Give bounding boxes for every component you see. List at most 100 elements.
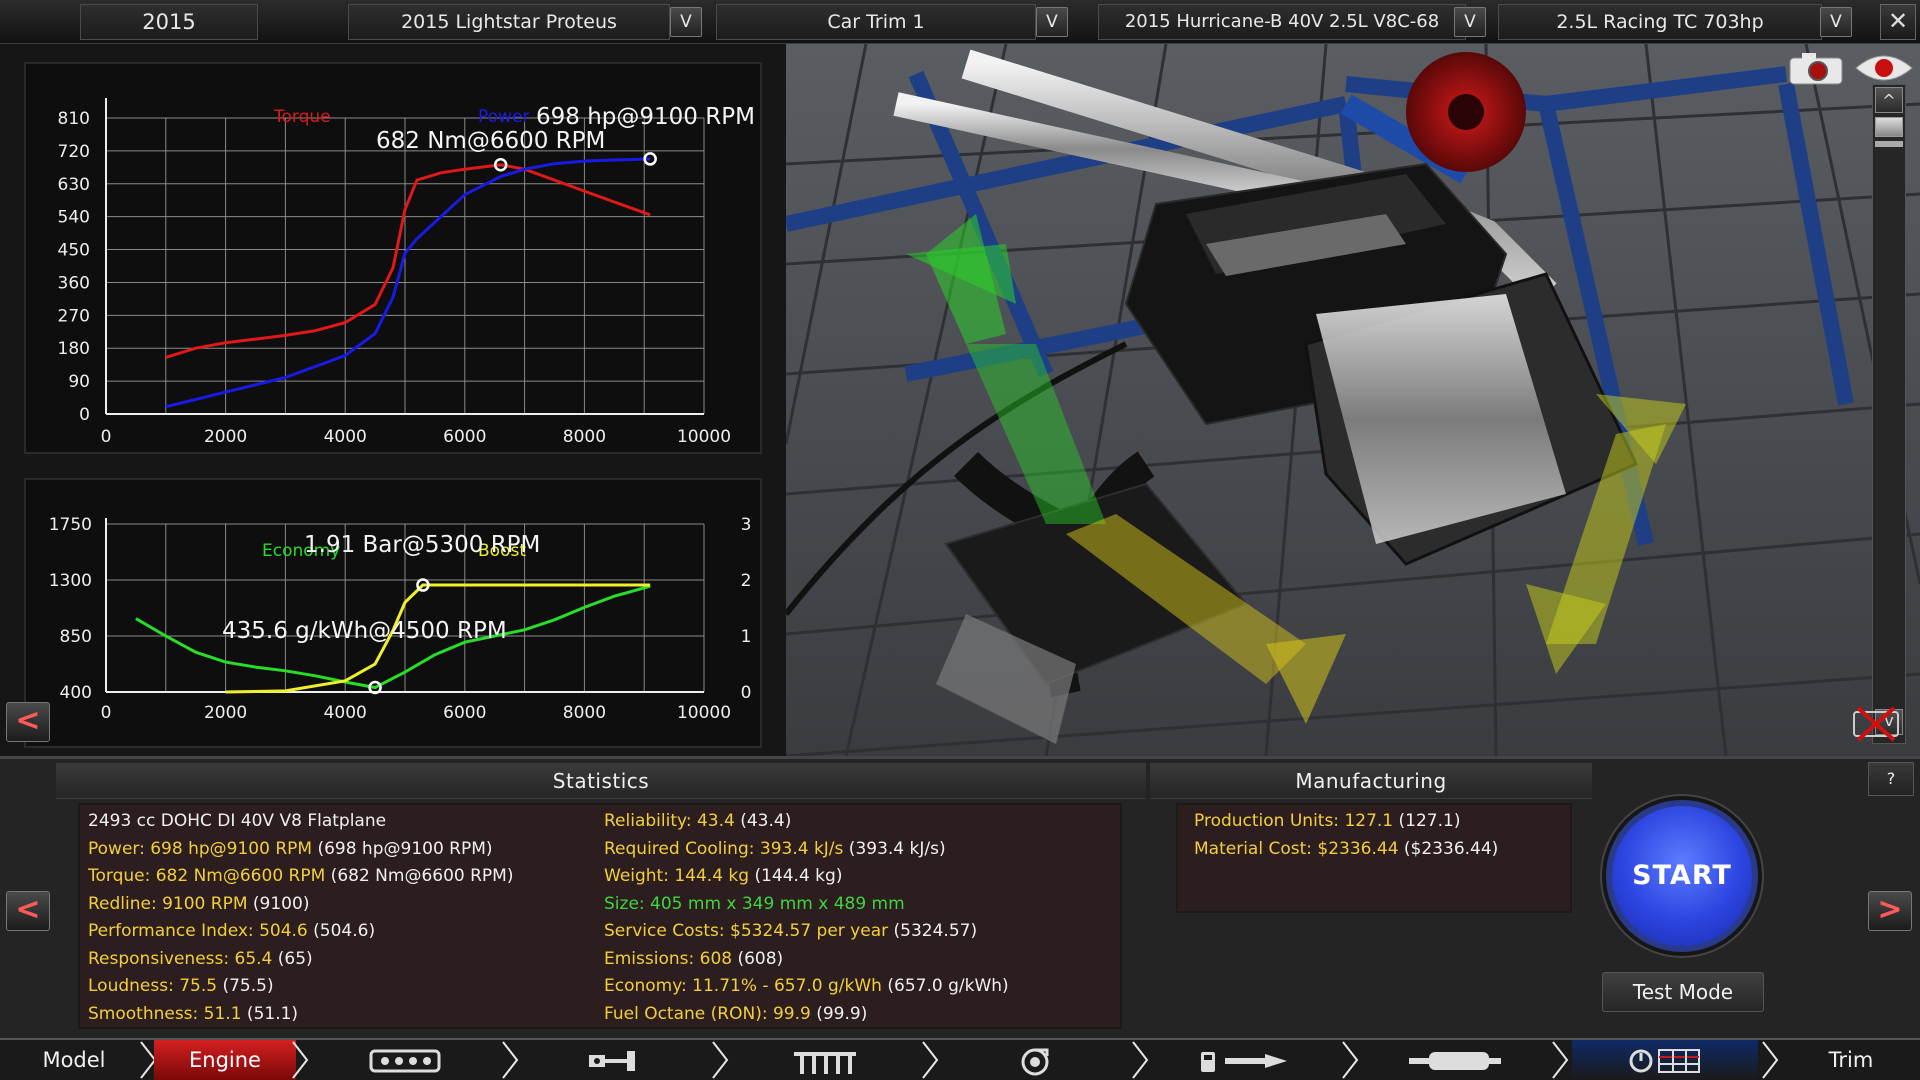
stat-line: Economy: 11.71% - 657.0 g/kWh (657.0 g/k… xyxy=(604,976,1009,996)
engine-render xyxy=(786,44,1920,756)
stat-value: Service Costs: $5324.57 per year xyxy=(604,921,889,941)
stat-base-value: (144.4 kg) xyxy=(749,866,843,886)
nav-crank[interactable] xyxy=(522,1040,708,1080)
stat-base-value: (682 Nm@6600 RPM) xyxy=(325,866,514,886)
stat-line: Smoothness: 51.1 (51.1) xyxy=(88,1004,298,1024)
exhaust-icon xyxy=(1409,1052,1501,1070)
stat-value: Fuel Octane (RON): 99.9 xyxy=(604,1003,811,1024)
stat-line: 2493 cc DOHC DI 40V V8 Flatplane xyxy=(88,811,386,831)
stat-line: Fuel Octane (RON): 99.9 (99.9) xyxy=(604,1004,867,1024)
y2-tick-label: 0 xyxy=(741,683,752,703)
boost-economy-chart: 400 850 1300 1750 0 1 2 3 0 2000 4000 6000 8000 10000… xyxy=(49,515,752,723)
nav-turbo[interactable] xyxy=(942,1040,1128,1080)
statistics-header: Statistics xyxy=(56,763,1146,799)
stat-value: Production Units: 127.1 xyxy=(1194,811,1394,831)
stat-base-value: (5324.57) xyxy=(888,921,978,941)
x-tick-label: 6000 xyxy=(443,427,486,447)
y-tick-label: 540 xyxy=(58,208,90,228)
nav-chevron-icon xyxy=(1342,1041,1359,1079)
nav-chevron-icon xyxy=(712,1041,729,1079)
engine-3d-viewport[interactable]: ^ v xyxy=(786,44,1920,756)
peak-boost-label: 1.91 Bar@5300 RPM xyxy=(304,532,540,558)
nav-tuning[interactable] xyxy=(1572,1040,1758,1080)
y-tick-label: 180 xyxy=(58,339,90,359)
variant-selector[interactable]: 2.5L Racing TC 703hp xyxy=(1498,4,1822,40)
y-tick-label: 630 xyxy=(58,175,90,195)
nav-exhaust[interactable] xyxy=(1362,1040,1548,1080)
nav-trim[interactable]: Trim xyxy=(1782,1040,1920,1080)
turbo-icon xyxy=(1021,1048,1049,1076)
stat-value: Smoothness: 51.1 xyxy=(88,1003,242,1024)
trim-dropdown-button[interactable]: V xyxy=(1036,7,1068,37)
variant-dropdown-button[interactable]: V xyxy=(1820,7,1852,37)
peak-power-label: 698 hp@9100 RPM xyxy=(536,104,755,130)
x-tick-label: 4000 xyxy=(324,427,367,447)
peak-torque-label: 682 Nm@6600 RPM xyxy=(376,128,605,154)
manufacturing-box: Production Units: 127.1 (127.1) Material … xyxy=(1176,803,1572,913)
y-tick-label: 720 xyxy=(58,142,90,162)
nav-chevron-icon xyxy=(922,1041,939,1079)
stat-value: Emissions: 608 xyxy=(604,948,733,969)
stat-value: Economy: 11.71% - 657.0 g/kWh xyxy=(604,976,882,996)
engine-block-icon xyxy=(369,1049,441,1073)
power-legend: Power xyxy=(478,107,529,127)
power-torque-chart-box: 0 90 180 270 360 450 540 630 720 810 0 2000 4000 6000… xyxy=(24,62,762,454)
scroll-up-button[interactable]: ^ xyxy=(1875,87,1903,113)
x-tick-label: 6000 xyxy=(443,703,486,723)
car-dropdown-button[interactable]: V xyxy=(670,7,702,37)
stat-value: Required Cooling: 393.4 kJ/s xyxy=(604,838,844,859)
trim-selector[interactable]: Car Trim 1 xyxy=(716,4,1036,40)
stat-line: Power: 698 hp@9100 RPM (698 hp@9100 RPM) xyxy=(88,839,493,859)
stat-base-value: (504.6) xyxy=(307,921,376,941)
boost-economy-chart-box: 400 850 1300 1750 0 1 2 3 0 2000 4000 6000 8000 10000… xyxy=(24,478,762,748)
next-page-button[interactable]: > xyxy=(1868,891,1912,931)
scroll-thumb[interactable] xyxy=(1875,117,1903,137)
collapse-chart-button[interactable]: < xyxy=(6,702,50,742)
close-button[interactable]: ✕ xyxy=(1880,4,1916,40)
stat-value: Torque: 682 Nm@6600 RPM xyxy=(88,866,326,886)
x-tick-label: 10000 xyxy=(677,427,731,447)
stat-base-value: (99.9) xyxy=(810,1003,868,1024)
stat-base-value: (657.0 g/kWh) xyxy=(881,976,1009,996)
test-mode-button[interactable]: Test Mode xyxy=(1602,972,1764,1012)
stat-line: Size: 405 mm x 349 mm x 489 mm xyxy=(604,894,905,914)
stat-line: Required Cooling: 393.4 kJ/s (393.4 kJ/s… xyxy=(604,839,946,859)
x-tick-label: 8000 xyxy=(563,427,606,447)
y-tick-label: 450 xyxy=(58,241,90,261)
prev-page-button[interactable]: < xyxy=(6,891,50,931)
stat-line: Reliability: 43.4 (43.4) xyxy=(604,811,791,831)
nav-chevron-icon xyxy=(1762,1041,1779,1079)
torque-legend: Torque xyxy=(273,107,331,127)
y2-tick-label: 2 xyxy=(741,571,752,591)
nav-model[interactable]: Model xyxy=(0,1040,148,1080)
stat-line: Emissions: 608 (608) xyxy=(604,949,783,969)
nav-fuel[interactable] xyxy=(1152,1040,1338,1080)
manufacturing-header: Manufacturing xyxy=(1150,763,1592,799)
stat-value: Redline: 9100 RPM xyxy=(88,893,248,914)
stat-base-value: (393.4 kJ/s) xyxy=(843,838,946,859)
stat-value: 2493 cc DOHC DI 40V V8 Flatplane xyxy=(88,811,387,831)
start-button[interactable]: START xyxy=(1606,800,1758,952)
stat-value: Loudness: 75.5 xyxy=(88,976,218,996)
camera-icon[interactable] xyxy=(1788,50,1846,86)
help-button[interactable]: ? xyxy=(1868,762,1914,796)
y-tick-label: 850 xyxy=(60,627,92,647)
power-torque-chart: 0 90 180 270 360 450 540 630 720 810 0 2000 4000 6000… xyxy=(58,98,755,447)
fuel-system-icon xyxy=(1201,1052,1287,1072)
screenshot-disable-icon[interactable] xyxy=(1846,704,1906,744)
nav-block[interactable] xyxy=(312,1040,498,1080)
stat-base-value: (75.5) xyxy=(217,976,274,996)
best-economy-label: 435.6 g/kWh@4500 RPM xyxy=(222,618,507,644)
nav-chevron-icon xyxy=(502,1041,519,1079)
eye-icon[interactable] xyxy=(1854,50,1914,86)
engine-family-dropdown-button[interactable]: V xyxy=(1454,7,1486,37)
engine-family-selector[interactable]: 2015 Hurricane-B 40V 2.5L V8C-68 xyxy=(1098,4,1466,40)
zoom-scrollbar[interactable]: ^ v xyxy=(1872,84,1906,744)
nav-engine[interactable]: Engine xyxy=(154,1040,296,1080)
car-selector[interactable]: 2015 Lightstar Proteus xyxy=(348,4,670,40)
year-field[interactable]: 2015 xyxy=(80,4,258,40)
stat-value: Weight: 144.4 kg xyxy=(604,866,750,886)
stat-line: Material Cost: $2336.44 ($2336.44) xyxy=(1194,839,1498,859)
nav-cam[interactable] xyxy=(732,1040,918,1080)
stat-base-value: ($2336.44) xyxy=(1398,838,1499,859)
